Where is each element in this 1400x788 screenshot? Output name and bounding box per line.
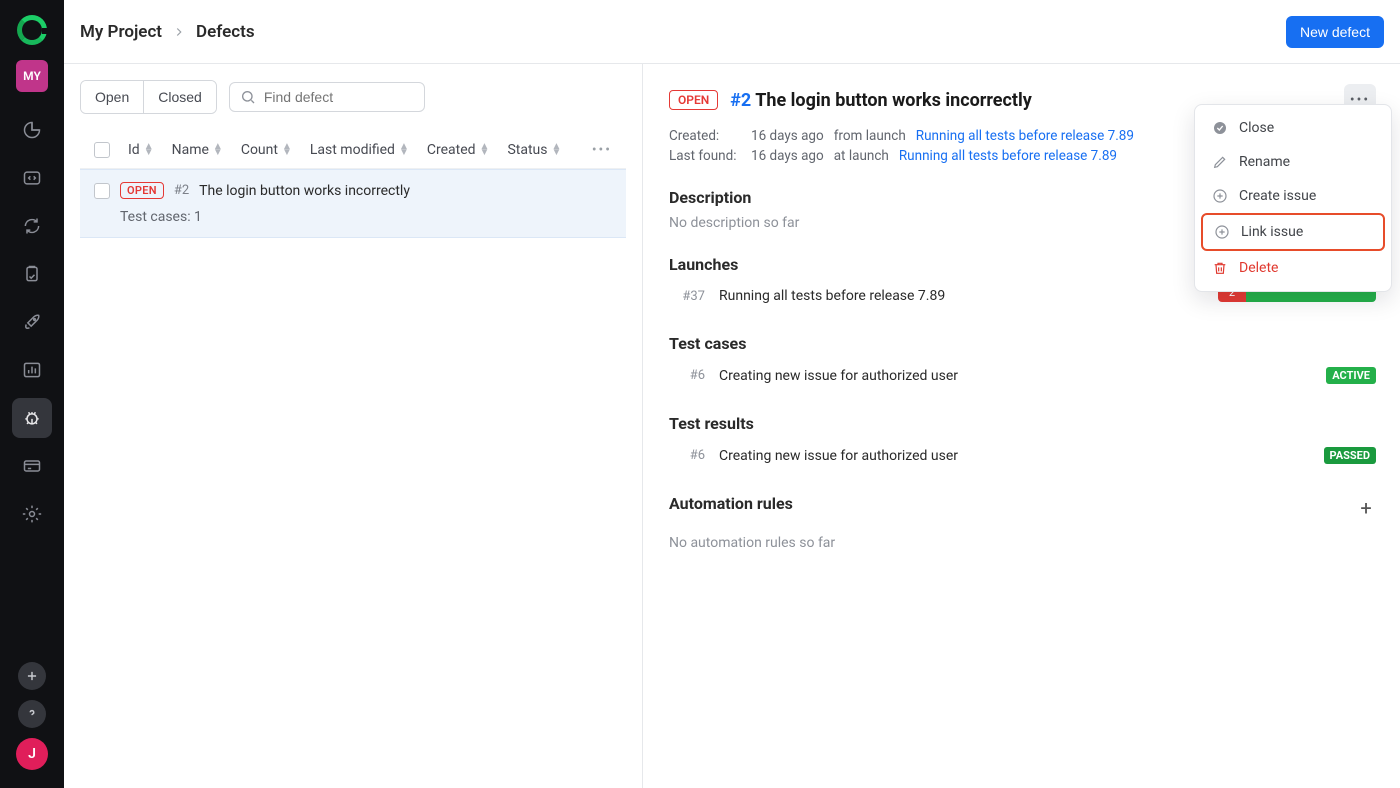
new-defect-button[interactable]: New defect <box>1286 16 1384 48</box>
col-name[interactable]: Name▲▼ <box>172 142 223 158</box>
check-circle-icon <box>1211 119 1229 137</box>
sidebar: MY <box>0 0 64 788</box>
search-box[interactable] <box>229 82 425 112</box>
testresults-heading: Test results <box>669 414 1376 433</box>
nav-bug-icon[interactable] <box>12 398 52 438</box>
col-last-modified[interactable]: Last modified▲▼ <box>310 142 409 158</box>
defect-list-pane: Open Closed Id▲▼ Name▲▼ Count▲▼ <box>64 64 643 788</box>
automation-heading: Automation rules <box>669 494 793 513</box>
automation-empty: No automation rules so far <box>669 535 1376 551</box>
nav-code-icon[interactable] <box>12 158 52 198</box>
search-icon <box>240 89 256 105</box>
detail-title: #2The login button works incorrectly <box>730 90 1032 111</box>
add-button[interactable] <box>18 662 46 690</box>
testresult-name: Creating new issue for authorized user <box>719 448 1310 464</box>
lastfound-label: Last found: <box>669 148 741 164</box>
menu-delete[interactable]: Delete <box>1201 251 1385 285</box>
plus-circle-icon <box>1211 187 1229 205</box>
app-logo <box>16 14 48 46</box>
nav-pie-icon[interactable] <box>12 110 52 150</box>
col-created[interactable]: Created▲▼ <box>427 142 490 158</box>
testcases-heading: Test cases <box>669 334 1376 353</box>
lastfound-time: 16 days ago <box>751 148 824 164</box>
add-automation-button[interactable]: + <box>1356 496 1376 520</box>
nav-card-icon[interactable] <box>12 446 52 486</box>
chevron-right-icon <box>172 25 186 39</box>
created-from: from launch <box>834 128 906 144</box>
help-button[interactable] <box>18 700 46 728</box>
menu-close[interactable]: Close <box>1201 111 1385 145</box>
testcase-status-badge: ACTIVE <box>1326 367 1376 384</box>
pencil-icon <box>1211 153 1229 171</box>
topbar: My Project Defects New defect <box>64 0 1400 64</box>
launch-id: #37 <box>669 289 705 304</box>
row-title: The login button works incorrectly <box>199 183 410 199</box>
filter-closed[interactable]: Closed <box>143 81 216 113</box>
testcase-id: #6 <box>669 368 705 383</box>
table-header: Id▲▼ Name▲▼ Count▲▼ Last modified▲▼ Crea… <box>80 132 626 169</box>
row-id: #2 <box>174 183 189 198</box>
col-status[interactable]: Status▲▼ <box>507 142 561 158</box>
select-all-checkbox[interactable] <box>94 142 110 158</box>
nav-clipboard-icon[interactable] <box>12 254 52 294</box>
nav-chart-icon[interactable] <box>12 350 52 390</box>
created-label: Created: <box>669 128 741 144</box>
breadcrumb: My Project Defects <box>80 22 255 42</box>
testcase-row[interactable]: #6 Creating new issue for authorized use… <box>669 361 1376 390</box>
nav-rocket-icon[interactable] <box>12 302 52 342</box>
status-filter: Open Closed <box>80 80 217 114</box>
menu-link-issue[interactable]: Link issue <box>1201 213 1385 251</box>
menu-create-issue[interactable]: Create issue <box>1201 179 1385 213</box>
actions-menu: Close Rename Create issue Link issue <box>1194 104 1392 292</box>
detail-status-badge: OPEN <box>669 90 718 110</box>
testresult-row[interactable]: #6 Creating new issue for authorized use… <box>669 441 1376 470</box>
row-checkbox[interactable] <box>94 183 110 199</box>
created-time: 16 days ago <box>751 128 824 144</box>
filter-open[interactable]: Open <box>81 81 143 113</box>
user-avatar[interactable]: J <box>16 738 48 770</box>
defect-detail-pane: OPEN #2The login button works incorrectl… <box>643 64 1400 788</box>
nav-refresh-icon[interactable] <box>12 206 52 246</box>
testresult-status-badge: PASSED <box>1324 447 1376 464</box>
col-count[interactable]: Count▲▼ <box>241 142 292 158</box>
trash-icon <box>1211 259 1229 277</box>
lastfound-at: at launch <box>834 148 889 164</box>
testresult-id: #6 <box>669 448 705 463</box>
search-input[interactable] <box>264 89 414 105</box>
created-launch-link[interactable]: Running all tests before release 7.89 <box>916 128 1134 144</box>
nav-settings-icon[interactable] <box>12 494 52 534</box>
plus-circle-icon <box>1213 223 1231 241</box>
lastfound-launch-link[interactable]: Running all tests before release 7.89 <box>899 148 1117 164</box>
menu-rename[interactable]: Rename <box>1201 145 1385 179</box>
columns-more-icon[interactable]: ••• <box>592 142 612 158</box>
breadcrumb-page: Defects <box>196 22 255 42</box>
breadcrumb-project[interactable]: My Project <box>80 22 162 42</box>
testcase-name: Creating new issue for authorized user <box>719 368 1312 384</box>
col-id[interactable]: Id▲▼ <box>128 142 154 158</box>
row-subline: Test cases: 1 <box>94 209 612 225</box>
project-badge[interactable]: MY <box>16 60 48 92</box>
defect-row[interactable]: OPEN #2 The login button works incorrect… <box>80 169 626 238</box>
status-badge: OPEN <box>120 182 164 199</box>
